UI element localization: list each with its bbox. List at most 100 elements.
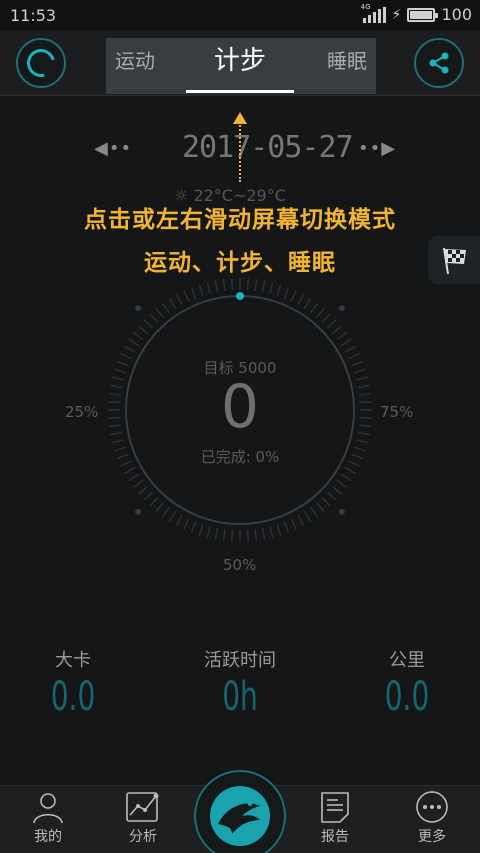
dial-dot — [338, 305, 345, 312]
active-tab-indicator — [186, 90, 294, 93]
chevron-left-icon: ◀•• — [94, 138, 133, 159]
share-icon — [429, 52, 449, 74]
bird-logo-icon — [210, 786, 270, 846]
dial-tick — [161, 302, 171, 314]
dial-tick — [222, 278, 226, 292]
dial-tick — [269, 526, 274, 539]
dial-tick — [149, 496, 159, 507]
dial-tick — [155, 501, 165, 513]
mark-25: 25% — [65, 403, 99, 421]
dial-dot — [135, 305, 142, 312]
dial-tick — [315, 307, 325, 319]
dial-tick — [123, 467, 136, 475]
dial-tick — [290, 518, 297, 530]
dial-tick — [206, 526, 211, 539]
dial-tick — [303, 298, 312, 310]
completed-text: 已完成: 0% — [200, 448, 280, 466]
sync-button[interactable] — [16, 38, 66, 88]
dial-tick — [336, 331, 348, 341]
more-icon — [416, 791, 448, 823]
next-day-button[interactable]: ••▶ — [358, 138, 396, 159]
center-logo-button[interactable] — [194, 770, 286, 853]
dial-tick — [254, 528, 258, 542]
guide-text-line1: 点击或左右滑动屏幕切换模式 — [84, 207, 396, 233]
dial-tick — [190, 286, 197, 299]
tab-exercise[interactable]: 运动 — [106, 38, 164, 94]
dial-dot — [338, 508, 345, 515]
signal-icon: 4G — [361, 3, 386, 23]
dial-tick — [283, 521, 290, 534]
nav-label: 分析 — [129, 829, 157, 845]
dial-tick — [128, 338, 140, 347]
status-icons: 4G ⚡ 100 — [361, 3, 472, 25]
mark-75: 75% — [380, 403, 414, 421]
dial-tick — [276, 523, 282, 536]
tab-steps[interactable]: 计步 — [186, 38, 294, 94]
charging-icon: ⚡ — [391, 6, 402, 23]
dial-tick — [128, 473, 140, 482]
dial-tick — [336, 479, 348, 489]
dial-tick — [326, 319, 337, 329]
dial-tick — [198, 523, 204, 536]
nav-item-more[interactable]: 更多 — [397, 790, 467, 846]
mode-tabs: 运动 计步 睡眠 — [106, 38, 376, 94]
dial-tick — [123, 345, 136, 353]
nav-item-analysis[interactable]: 分析 — [108, 790, 178, 846]
dial-tick — [230, 529, 234, 542]
dial-tick — [269, 281, 274, 294]
dial-tick — [321, 313, 331, 324]
nav-label: 更多 — [418, 829, 446, 845]
dial-tick — [344, 345, 357, 353]
tab-sleep[interactable]: 睡眠 — [318, 38, 376, 94]
nav-label: 报告 — [321, 829, 349, 845]
dial-tick — [331, 485, 343, 495]
nav-item-report[interactable]: 报告 — [300, 790, 370, 846]
dial-tick — [276, 284, 282, 297]
dial-tick — [214, 280, 219, 293]
dial-tick — [175, 514, 183, 527]
battery-level: 100 — [441, 5, 472, 24]
mark-50: 50% — [223, 556, 257, 574]
dial-tick — [175, 293, 183, 306]
share-button[interactable] — [414, 38, 464, 88]
dial-tick — [297, 293, 305, 306]
prev-day-button[interactable]: ◀•• — [94, 138, 132, 159]
date-label: 2017-05-27 — [182, 130, 354, 165]
dial-tick — [137, 485, 149, 495]
stat-value: 0.0 — [384, 674, 430, 720]
dial-tick — [230, 278, 234, 291]
dial-tick — [168, 298, 177, 310]
dial-tick — [143, 319, 154, 329]
dial-tick — [222, 528, 226, 542]
dial-tick — [254, 278, 258, 292]
dial-tick — [309, 506, 319, 518]
dial-tick — [206, 281, 211, 294]
dial-tick — [340, 473, 352, 482]
dial-tick — [155, 307, 165, 319]
dial-tick — [168, 510, 177, 522]
stat-value: 0.0 — [50, 674, 96, 720]
document-icon — [321, 792, 349, 823]
sync-ring-icon — [21, 43, 61, 83]
goal-flag-button[interactable] — [428, 236, 480, 284]
dial-tick — [309, 302, 319, 314]
header: 运动 计步 睡眠 — [0, 30, 480, 96]
dial-dot — [135, 508, 142, 515]
dial-tick — [214, 527, 219, 540]
stat-calories: 大卡 0.0 — [0, 646, 153, 720]
nav-item-profile[interactable]: 我的 — [13, 790, 83, 846]
battery-icon — [407, 7, 439, 22]
progress-marker — [236, 292, 244, 300]
dial-tick — [340, 338, 352, 347]
dial-tick — [326, 491, 337, 501]
stat-active-time: 活跃时间 0h — [160, 646, 320, 720]
dial-tick — [261, 280, 266, 293]
dial-tick — [143, 491, 154, 501]
guide-text-line2: 运动、计步、睡眠 — [144, 250, 336, 276]
dial-tick — [246, 529, 250, 542]
status-time: 11:53 — [10, 6, 57, 25]
dial-tick — [303, 510, 312, 522]
nav-label: 我的 — [34, 829, 62, 845]
dial-tick — [183, 290, 190, 302]
network-type: 4G — [360, 2, 371, 11]
